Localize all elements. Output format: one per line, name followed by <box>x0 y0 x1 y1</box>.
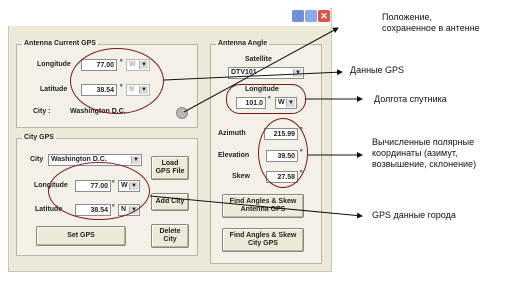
annotation-saved-position: Положение, сохраненное в антенне <box>382 12 480 33</box>
annotation-city-gps: GPS данные города <box>372 210 456 220</box>
annotation-satellite-longitude: Долгота спутника <box>374 94 447 104</box>
city-gps-callout <box>149 195 363 219</box>
annotation-computed-coords: Вычисленные полярные координаты (азимут,… <box>372 137 477 169</box>
annotation-gps-data: Данные GPS <box>350 65 405 75</box>
gps-data-callout <box>163 69 343 81</box>
